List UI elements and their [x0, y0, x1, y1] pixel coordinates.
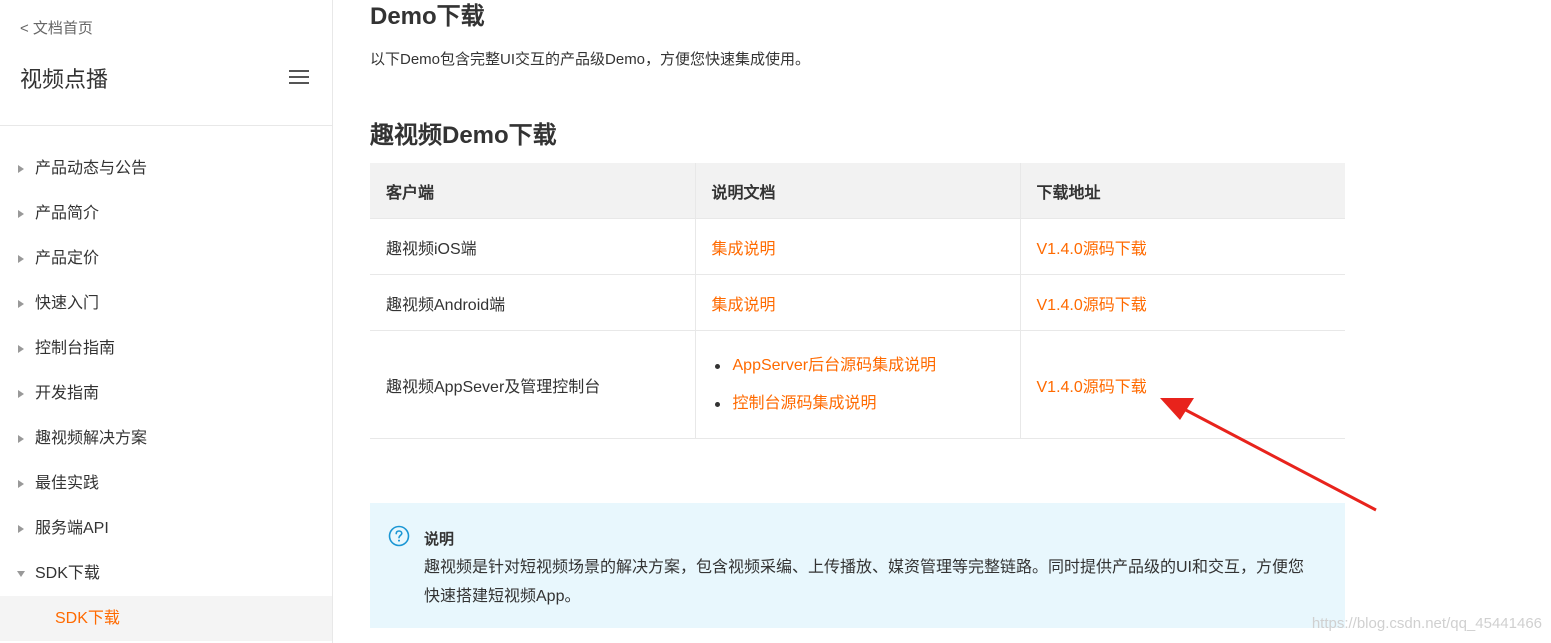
sidebar-item-product-news[interactable]: 产品动态与公告: [0, 146, 332, 191]
integration-doc-link[interactable]: 集成说明: [712, 241, 776, 258]
caret-right-icon: [16, 236, 26, 281]
sidebar-item-console-guide[interactable]: 控制台指南: [0, 326, 332, 371]
sidebar-item-label: SDK下载: [35, 565, 100, 582]
sidebar-item-solution[interactable]: 趣视频解决方案: [0, 416, 332, 461]
sidebar-item-best-practices[interactable]: 最佳实践: [0, 461, 332, 506]
column-header-doc: 说明文档: [694, 163, 1020, 219]
download-cell: V1.4.0源码下载: [1019, 274, 1345, 331]
source-download-link[interactable]: V1.4.0源码下载: [1037, 241, 1147, 258]
sidebar-item-label: 产品定价: [35, 250, 100, 267]
console-doc-link[interactable]: 控制台源码集成说明: [733, 395, 877, 412]
sidebar-subitem-sdk-download-active[interactable]: SDK下载: [0, 596, 332, 641]
sidebar-item-label: 最佳实践: [35, 475, 100, 492]
product-title: 视频点播: [20, 67, 109, 92]
table-row: 趣视频iOS端 集成说明 V1.4.0源码下载: [370, 218, 1345, 275]
client-cell: 趣视频Android端: [370, 274, 695, 331]
page-title: Demo下载: [370, 3, 485, 30]
source-download-link[interactable]: V1.4.0源码下载: [1037, 297, 1147, 314]
intro-text: 以下Demo包含完整UI交互的产品级Demo，方便您快速集成使用。: [370, 51, 811, 68]
sidebar-item-dev-guide[interactable]: 开发指南: [0, 371, 332, 416]
list-item: 控制台源码集成说明: [712, 385, 1020, 423]
sidebar-item-label: 产品简介: [35, 205, 100, 222]
caret-right-icon: [16, 191, 26, 236]
source-download-link[interactable]: V1.4.0源码下载: [1037, 379, 1147, 396]
column-header-download: 下载地址: [1019, 163, 1345, 219]
question-circle-icon: [388, 525, 410, 547]
note-title: 说明: [424, 531, 455, 548]
client-cell: 趣视频iOS端: [370, 218, 695, 275]
table-row: 趣视频Android端 集成说明 V1.4.0源码下载: [370, 274, 1345, 331]
integration-doc-link[interactable]: 集成说明: [712, 297, 776, 314]
watermark: https://blog.csdn.net/qq_45441466: [1311, 615, 1542, 632]
sidebar-item-sdk-download[interactable]: SDK下载: [0, 551, 332, 596]
table-header-row: 客户端 说明文档 下载地址: [370, 163, 1345, 219]
caret-right-icon: [16, 416, 26, 461]
sidebar-nav: 产品动态与公告 产品简介 产品定价 快速入门 控制台指南 开发指南 趣视频解决方…: [0, 146, 332, 641]
doc-cell: AppServer后台源码集成说明 控制台源码集成说明: [694, 330, 1020, 439]
sidebar-item-label: 服务端API: [35, 520, 109, 537]
note-box: 说明 趣视频是针对短视频场景的解决方案，包含视频采编、上传播放、媒资管理等完整链…: [370, 503, 1345, 628]
caret-right-icon: [16, 281, 26, 326]
sidebar-item-label: 控制台指南: [35, 340, 116, 357]
caret-right-icon: [16, 326, 26, 371]
note-text: 趣视频是针对短视频场景的解决方案，包含视频采编、上传播放、媒资管理等完整链路。同…: [424, 559, 1305, 605]
doc-cell: 集成说明: [694, 274, 1020, 331]
sidebar-item-server-api[interactable]: 服务端API: [0, 506, 332, 551]
caret-right-icon: [16, 506, 26, 551]
sidebar-item-product-intro[interactable]: 产品简介: [0, 191, 332, 236]
sidebar-item-label: 产品动态与公告: [35, 160, 148, 177]
back-to-docs-home-link[interactable]: < 文档首页: [20, 17, 93, 38]
doc-cell: 集成说明: [694, 218, 1020, 275]
sidebar-item-label: 开发指南: [35, 385, 100, 402]
sidebar: < 文档首页 视频点播 产品动态与公告 产品简介 产品定价 快速入门 控制台指南…: [0, 0, 333, 643]
appserver-doc-link[interactable]: AppServer后台源码集成说明: [733, 357, 937, 374]
caret-right-icon: [16, 461, 26, 506]
sidebar-item-label: 快速入门: [35, 295, 100, 312]
sidebar-item-pricing[interactable]: 产品定价: [0, 236, 332, 281]
caret-right-icon: [16, 371, 26, 416]
sidebar-divider: [0, 125, 332, 126]
sidebar-item-quick-start[interactable]: 快速入门: [0, 281, 332, 326]
sidebar-item-label: 趣视频解决方案: [35, 430, 148, 447]
red-arrow-icon: [1160, 398, 1377, 512]
doc-link-list: AppServer后台源码集成说明 控制台源码集成说明: [712, 347, 1020, 423]
caret-right-icon: [16, 146, 26, 191]
caret-down-icon: [16, 551, 26, 596]
download-cell: V1.4.0源码下载: [1019, 218, 1345, 275]
menu-icon[interactable]: [289, 69, 309, 85]
section-title: 趣视频Demo下载: [370, 122, 557, 149]
column-header-client: 客户端: [370, 163, 695, 219]
list-item: AppServer后台源码集成说明: [712, 347, 1020, 385]
client-cell: 趣视频AppSever及管理控制台: [370, 330, 695, 439]
page: < 文档首页 视频点播 产品动态与公告 产品简介 产品定价 快速入门 控制台指南…: [0, 0, 1551, 643]
